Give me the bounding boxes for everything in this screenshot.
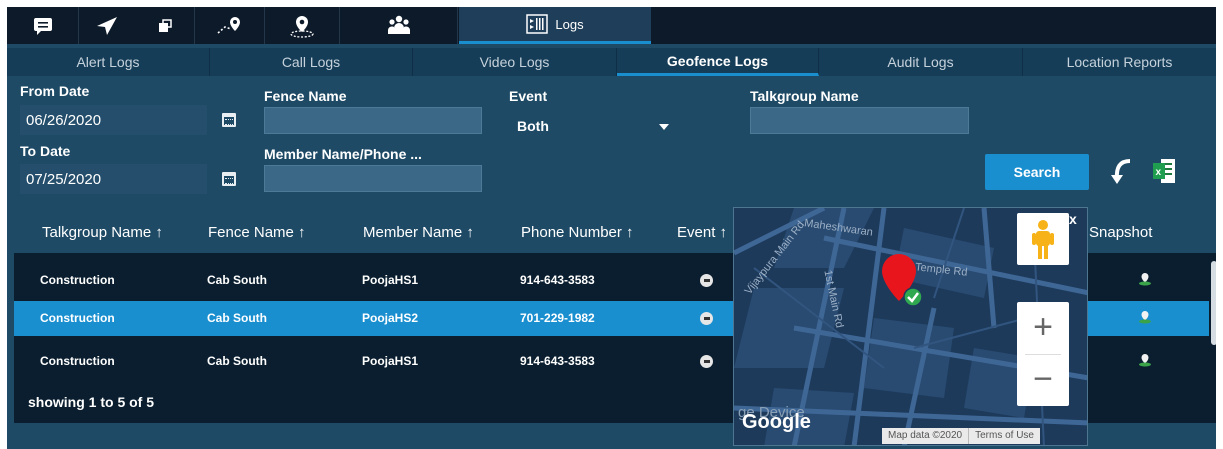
snapshot-icon[interactable] [1138,272,1152,286]
member-name-input[interactable] [264,165,482,192]
column-header-fence[interactable]: Fence Name ↑ [208,213,306,253]
talkgroup-cell: Construction [40,311,115,325]
column-header-snapshot: Snapshot [1089,224,1153,241]
fence-cell: Cab South [207,354,267,368]
from-date-label: From Date [20,83,90,99]
excel-export-icon[interactable]: x [1153,157,1177,185]
event-select[interactable]: Both [509,114,675,139]
talkgroup-cell: Construction [40,273,115,287]
tab-audit-logs[interactable]: Audit Logs [819,48,1023,76]
map-pin-icon [290,15,314,38]
phone-cell: 701-229-1982 [520,311,595,325]
chat-icon [33,17,52,35]
from-date-value: 06/26/2020 [26,111,102,129]
column-header-event[interactable]: Event ↑ [677,213,727,253]
fence-name-input[interactable] [264,107,482,134]
tab-geofence-logs[interactable]: Geofence Logs [617,48,819,76]
talkgroup-cell: Construction [40,354,115,368]
phone-cell: 914-643-3583 [520,354,595,368]
app-window: Logs Alert Logs Call Logs Video Logs Geo… [7,7,1216,449]
fence-name-label: Fence Name [264,88,347,104]
pagination-summary: showing 1 to 5 of 5 [28,394,155,410]
tab-logs[interactable]: Logs [459,7,651,44]
member-name-label: Member Name/Phone ... [264,146,422,162]
geofence-tool[interactable] [195,7,265,44]
street-view-button[interactable] [1017,213,1069,265]
event-label: Event [509,88,548,104]
route-pin-icon [216,16,240,34]
back-icon[interactable] [1110,157,1136,187]
to-date-value: 07/25/2020 [26,170,102,188]
phone-cell: 914-643-3583 [520,273,595,287]
snapshot-icon[interactable] [1138,310,1152,324]
from-date-field[interactable]: 06/26/2020 [20,105,207,135]
exit-event-icon [700,312,713,325]
map-pin-tool[interactable] [265,7,340,44]
messages-tool[interactable] [7,7,79,44]
fence-cell: Cab South [207,311,267,325]
member-cell: PoojaHS1 [362,354,419,368]
group-tool[interactable] [340,7,458,44]
talkgroup-name-label: Talkgroup Name [750,88,859,104]
calendar-icon[interactable] [222,113,236,127]
window-tool[interactable] [135,7,195,44]
column-header-talkgroup[interactable]: Talkgroup Name ↑ [42,213,163,253]
scrollbar[interactable] [1211,261,1216,345]
map-attribution: Map data ©2020 Terms of Use [882,428,1040,444]
close-map-button[interactable]: x [1069,211,1077,227]
terms-of-use-link[interactable]: Terms of Use [968,428,1040,444]
zoom-control: + − [1017,302,1069,406]
window-icon [158,18,172,32]
map-popup[interactable]: Maheshwaran Temple Rd 1st Main Rd Vijayp… [733,207,1088,446]
search-button[interactable]: Search [985,154,1089,190]
chevron-down-icon [659,124,669,130]
tab-call-logs[interactable]: Call Logs [210,48,413,76]
member-cell: PoojaHS1 [362,273,419,287]
talkgroup-name-input[interactable] [750,107,969,134]
group-icon [387,15,410,34]
tab-alert-logs[interactable]: Alert Logs [7,48,210,76]
navigation-icon [97,16,117,35]
exit-event-icon [700,355,713,368]
log-type-tabs: Alert Logs Call Logs Video Logs Geofence… [7,48,1216,76]
to-date-label: To Date [20,143,71,159]
member-cell: PoojaHS2 [362,311,419,325]
google-logo: Google [742,411,811,433]
zoom-out-button[interactable]: − [1017,354,1069,406]
logs-icon [526,14,549,34]
fence-cell: Cab South [207,273,267,287]
column-header-phone[interactable]: Phone Number ↑ [521,213,634,253]
svg-text:x: x [1156,167,1162,178]
pegman-icon [1032,220,1054,259]
location-pin-icon[interactable] [879,252,927,310]
navigation-tool[interactable] [79,7,135,44]
exit-event-icon [700,274,713,287]
top-toolbar: Logs [7,7,1216,44]
calendar-icon[interactable] [222,172,236,186]
to-date-field[interactable]: 07/25/2020 [20,164,207,194]
tab-location-reports[interactable]: Location Reports [1023,48,1216,76]
logs-tab-label: Logs [555,16,584,32]
map-data-label: Map data ©2020 [888,430,963,441]
snapshot-icon[interactable] [1138,353,1152,367]
zoom-in-button[interactable]: + [1017,302,1069,354]
tab-video-logs[interactable]: Video Logs [413,48,617,76]
event-value: Both [517,118,549,134]
column-header-member[interactable]: Member Name ↑ [363,213,474,253]
